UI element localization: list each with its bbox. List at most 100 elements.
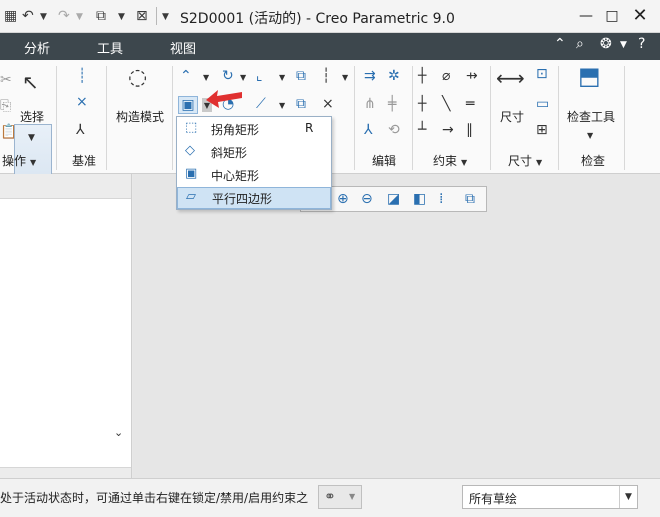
help-center-icon[interactable]: ❂ [600,36,612,52]
arc-icon[interactable]: ↻ [222,68,234,84]
menu-item-label: 拐角矩形 [211,123,260,137]
inspect-tool-dropdown-icon[interactable]: ▼ [587,128,593,144]
group-separator [624,66,625,170]
undo-icon[interactable]: ↶ [22,8,34,24]
find-dropdown-icon[interactable]: ▼ [349,492,355,501]
quick-access-dropdown-icon[interactable]: ▼ [162,12,169,22]
centerline-tool-icon[interactable]: ┆ [322,68,330,84]
datum-point-icon[interactable]: × [76,94,88,110]
tab-analysis[interactable]: 分析 [24,38,50,57]
centerline-dropdown-icon[interactable]: ▼ [342,70,348,86]
tab-view[interactable]: 视图 [170,38,196,57]
help-dropdown-icon[interactable]: ▼ [620,40,627,50]
menu-item-slanted-rectangle[interactable]: ◇ 斜矩形 [177,141,331,163]
perpendicular-constraint-icon[interactable]: ┴ [418,122,426,138]
construction-mode-icon[interactable]: ◌ [128,67,147,89]
select-button-label: 选择 [20,110,45,124]
menu-item-corner-rectangle[interactable]: ⬚ 拐角矩形 R [177,118,331,140]
status-bar: 处于活动状态时，可通过单击右键在锁定/禁用/启用约束之 ⚭ ▼ 所有草绘 ▼ [0,478,660,517]
line-icon[interactable]: ⌃ [180,68,192,84]
point-tool-icon[interactable]: × [322,96,334,112]
tangent-constraint-icon[interactable]: ⌀ [442,68,450,84]
ribbon-tab-bar: 分析 工具 视图 ⌃ ⌕ ❂ ▼ ? [0,33,660,60]
slanted-rectangle-icon: ◇ [185,143,195,158]
dimension-dropdown-icon[interactable]: ▼ [536,155,542,171]
fillet-icon[interactable]: ⌞ [256,68,263,84]
rectangle-dropdown-menu: ⬚ 拐角矩形 R ◇ 斜矩形 ▣ 中心矩形 ▱ 平行四边形 [176,116,332,210]
modify-icon[interactable]: ⇉ [364,68,376,84]
operations-dropdown-icon[interactable]: ▼ [30,155,36,171]
close-button[interactable]: ✕ [630,6,650,26]
redo-icon[interactable]: ↷ [58,8,70,24]
maximize-button[interactable]: □ [602,6,622,26]
dimension-icon[interactable]: ⟷ [496,68,525,88]
coincident-constraint-icon[interactable]: → [442,122,454,138]
group-separator [354,66,355,170]
symmetric-constraint-icon[interactable]: ⇸ [466,68,478,84]
baseline-icon[interactable]: ▭ [536,96,549,112]
thicken-icon[interactable]: ⧉ [296,96,306,112]
menu-item-center-rectangle[interactable]: ▣ 中心矩形 [177,164,331,186]
coordinate-system-icon[interactable]: ⅄ [76,122,85,138]
rectangle-icon[interactable]: ▣ [178,96,198,114]
chamfer-dropdown-icon[interactable]: ▼ [279,98,285,114]
group-label-edit: 编辑 [372,154,397,168]
repaint-icon[interactable]: ◪ [387,191,400,207]
delete-segment-icon[interactable]: ✲ [388,68,400,84]
group-separator [558,66,559,170]
model-tree-area[interactable] [0,198,131,468]
chamfer-icon[interactable]: ⟋ [256,96,266,112]
centerline-icon[interactable]: ┊ [78,68,86,84]
regenerate-dropdown-icon[interactable]: ▼ [118,12,125,22]
help-icon[interactable]: ? [638,36,645,52]
equal-constraint-icon[interactable]: ═ [466,96,474,112]
find-button[interactable]: ⚭ ▼ [318,485,362,509]
line-dropdown-icon[interactable]: ▼ [203,70,209,86]
cut-icon[interactable]: ✂ [0,72,12,88]
binoculars-icon: ⚭ [324,489,336,505]
tab-tools[interactable]: 工具 [97,38,123,57]
regenerate-icon[interactable]: ⧉ [96,8,106,24]
vertical-constraint-icon[interactable]: ┼ [418,68,426,84]
parallel-constraint-icon[interactable]: ∥ [466,122,473,138]
search-icon[interactable]: ⌕ [576,36,584,52]
menu-item-label: 中心矩形 [211,169,260,183]
corner-icon[interactable]: ⅄ [364,122,373,138]
copy-icon[interactable]: ⎘ [0,98,11,114]
sketch-view-icon[interactable]: ⧉ [465,191,475,207]
group-separator [490,66,491,170]
expand-panel-icon[interactable]: ⌄ [114,426,123,439]
selection-filter-select[interactable]: 所有草绘 ▼ [462,485,638,509]
sketch-display-filter-icon[interactable]: ⁞ [439,191,443,207]
graphics-window[interactable] [133,174,660,478]
display-style-icon[interactable]: ◧ [413,191,426,207]
menu-item-shortcut: R [305,121,314,135]
chevron-down-icon[interactable]: ▼ [619,486,637,508]
inspect-tool-icon[interactable]: ⬒ [578,64,601,88]
menu-item-parallelogram[interactable]: ▱ 平行四边形 [177,187,331,209]
rotate-resize-icon[interactable]: ⟲ [388,122,400,138]
fillet-dropdown-icon[interactable]: ▼ [279,70,285,86]
zoom-out-icon[interactable]: ⊖ [361,191,373,207]
arc-dropdown-icon[interactable]: ▼ [240,70,246,86]
constraints-dropdown-icon[interactable]: ▼ [461,155,467,171]
mirror-icon[interactable]: ⋔ [364,96,376,112]
divide-icon[interactable]: ╪ [388,96,396,112]
collapse-ribbon-icon[interactable]: ⌃ [554,36,566,52]
zoom-in-icon[interactable]: ⊕ [337,191,349,207]
selection-filter-value: 所有草绘 [469,492,518,506]
horizontal-constraint-icon[interactable]: ┼ [418,96,426,112]
save-icon[interactable]: ▦ [4,8,17,24]
reference-icon[interactable]: ⊞ [536,122,548,138]
group-label-dimension: 尺寸 [508,154,533,168]
redo-dropdown-icon[interactable]: ▼ [76,12,83,22]
group-separator [172,66,173,170]
midpoint-constraint-icon[interactable]: ╲ [442,96,450,112]
offset-icon[interactable]: ⧉ [296,68,306,84]
undo-dropdown-icon[interactable]: ▼ [40,12,47,22]
minimize-button[interactable]: — [576,6,596,26]
select-dropdown-icon[interactable]: ▼ [28,130,35,146]
close-window-icon[interactable]: ⊠ [136,8,148,24]
center-rectangle-icon: ▣ [185,166,198,181]
perimeter-icon[interactable]: ⊡ [536,66,548,82]
